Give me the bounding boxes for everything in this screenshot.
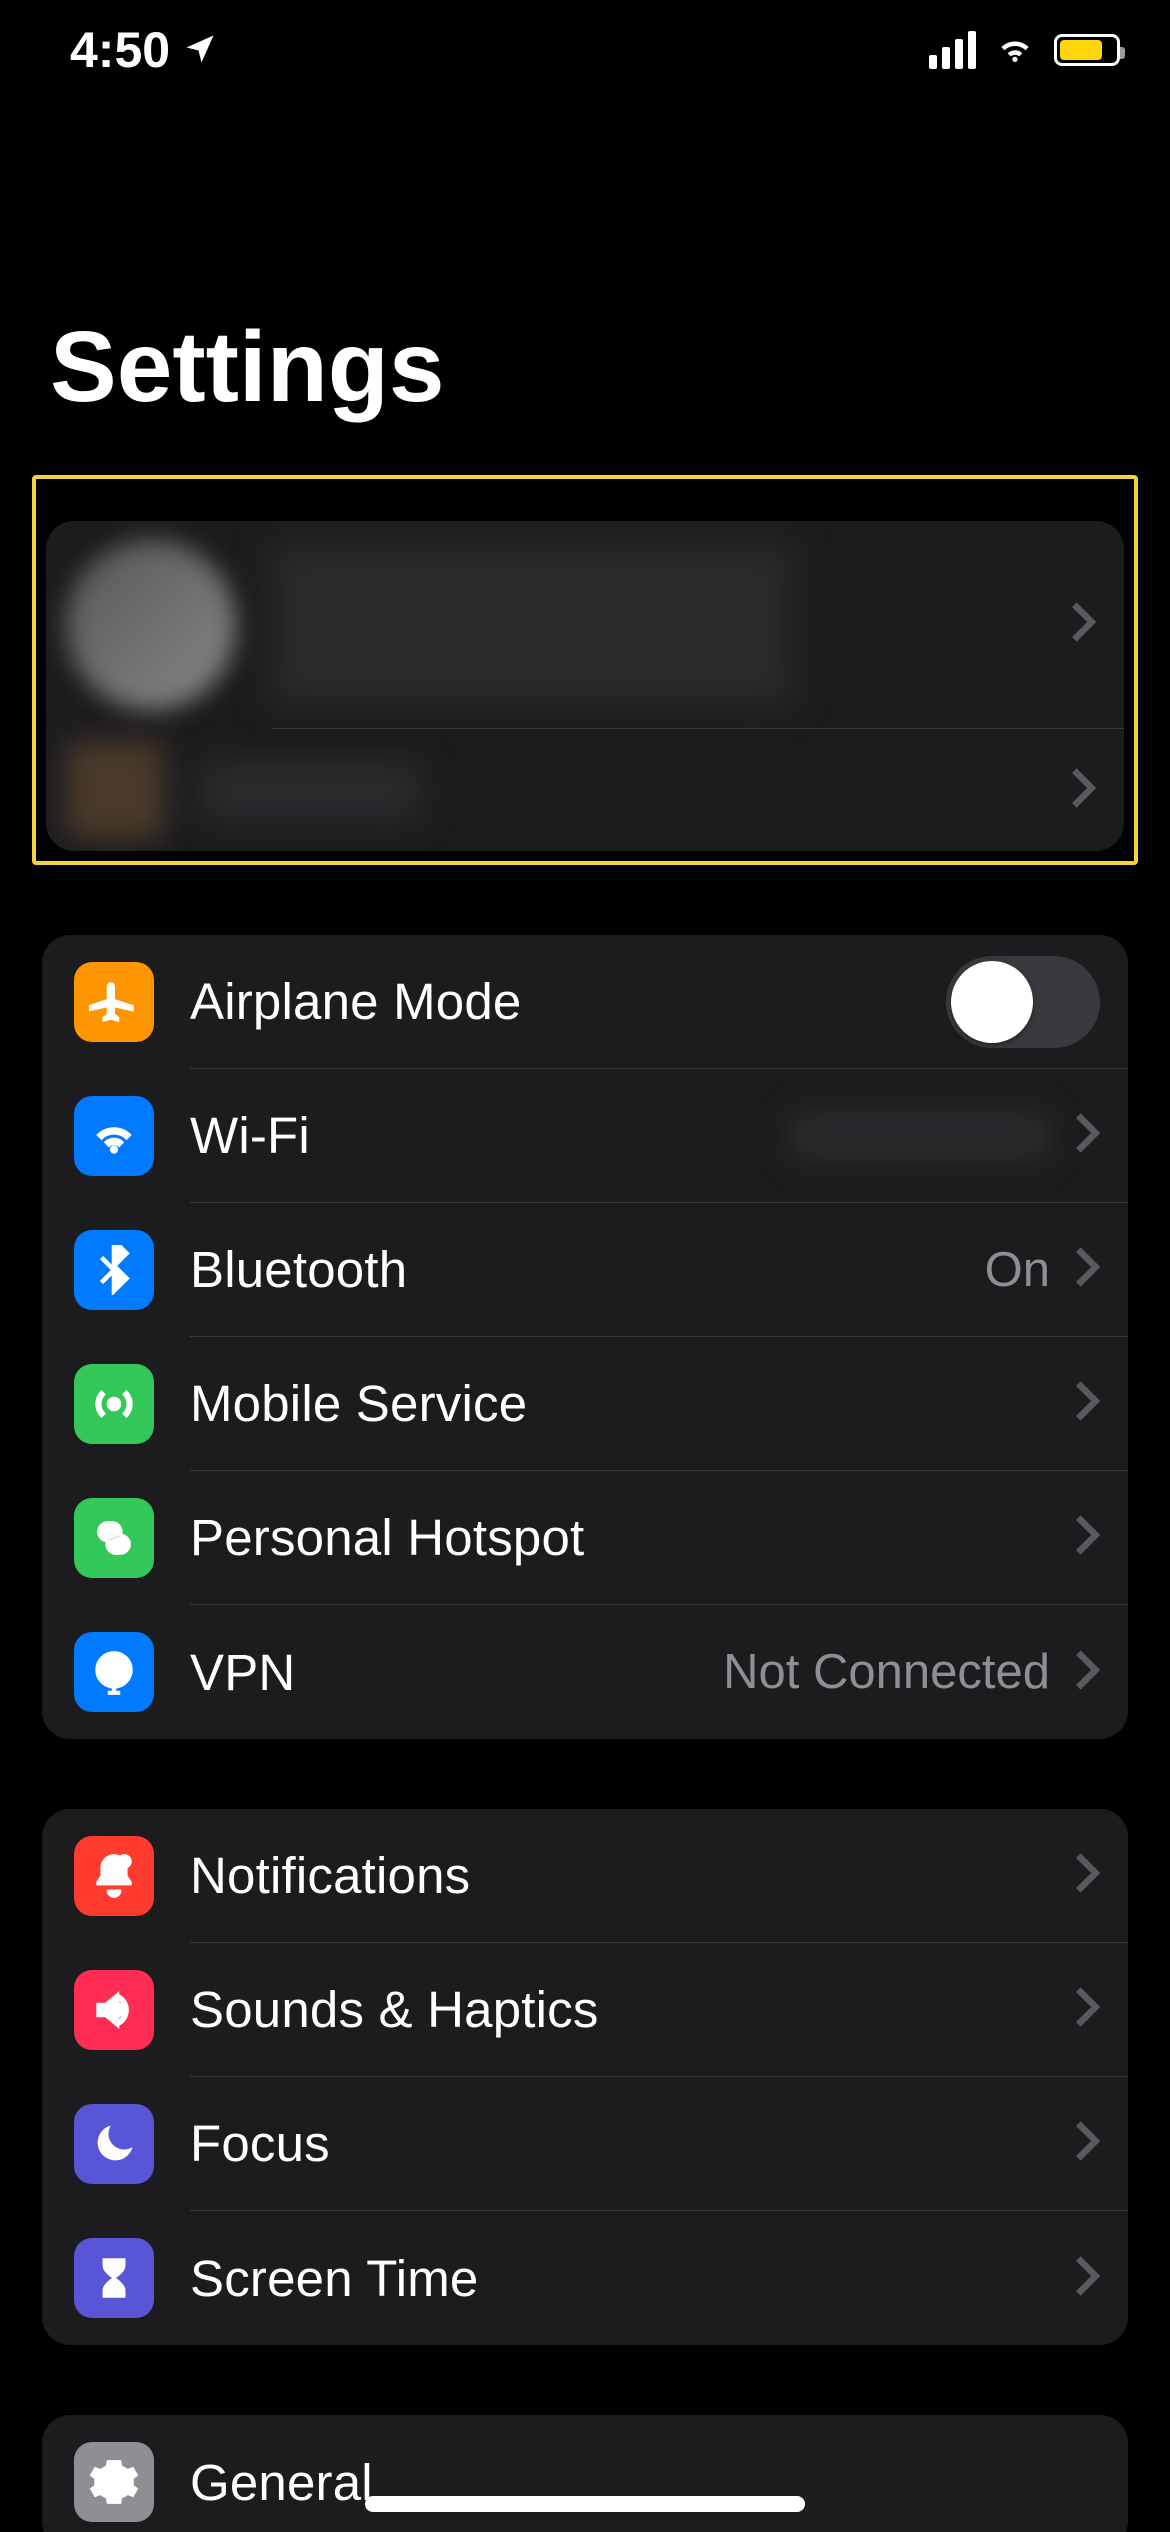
chevron-right-icon: [1074, 1851, 1100, 1900]
vpn-row[interactable]: VPN Not Connected: [42, 1605, 1128, 1739]
bluetooth-value: On: [985, 1242, 1050, 1298]
status-bar: 4:50: [0, 0, 1170, 100]
chevron-right-icon: [1074, 2119, 1100, 2168]
focus-row[interactable]: Focus: [42, 2077, 1128, 2211]
wifi-icon: [74, 1096, 154, 1176]
focus-label: Focus: [190, 2114, 330, 2173]
bluetooth-row[interactable]: Bluetooth On: [42, 1203, 1128, 1337]
chevron-right-icon: [1074, 1111, 1100, 1160]
hotspot-label: Personal Hotspot: [190, 1508, 584, 1567]
avatar: [66, 540, 236, 710]
chevron-right-icon: [1070, 600, 1096, 649]
chevron-right-icon: [1074, 1985, 1100, 2034]
family-avatar-redacted: [66, 741, 164, 839]
status-right: [929, 27, 1120, 74]
mobile-label: Mobile Service: [190, 1374, 527, 1433]
chevron-right-icon: [1074, 2254, 1100, 2303]
airplane-mode-row[interactable]: Airplane Mode: [42, 935, 1128, 1069]
system-group-partial: General: [42, 2415, 1128, 2532]
family-row[interactable]: [46, 729, 1124, 851]
apple-id-row[interactable]: [46, 521, 1124, 729]
hourglass-icon: [74, 2238, 154, 2318]
vpn-label: VPN: [190, 1643, 295, 1702]
wifi-label: Wi-Fi: [190, 1106, 310, 1165]
notifications-row[interactable]: Notifications: [42, 1809, 1128, 1943]
moon-icon: [74, 2104, 154, 2184]
chevron-right-icon: [1074, 1245, 1100, 1294]
vpn-value: Not Connected: [723, 1644, 1050, 1700]
home-indicator[interactable]: [365, 2496, 805, 2512]
bluetooth-icon: [74, 1230, 154, 1310]
wifi-value-redacted: [790, 1111, 1050, 1161]
screentime-row[interactable]: Screen Time: [42, 2211, 1128, 2345]
sounds-label: Sounds & Haptics: [190, 1980, 599, 2039]
wifi-row[interactable]: Wi-Fi: [42, 1069, 1128, 1203]
antenna-icon: [74, 1364, 154, 1444]
chevron-right-icon: [1070, 766, 1096, 815]
mobile-service-row[interactable]: Mobile Service: [42, 1337, 1128, 1471]
page-title: Settings: [0, 100, 1170, 475]
network-group: Airplane Mode Wi-Fi: [42, 935, 1128, 1739]
attention-group: Notifications Sounds & Haptics Focus: [42, 1809, 1128, 2345]
globe-icon: [74, 1632, 154, 1712]
chevron-right-icon: [1074, 1513, 1100, 1562]
chevron-right-icon: [1074, 1648, 1100, 1697]
bell-icon: [74, 1836, 154, 1916]
bluetooth-label: Bluetooth: [190, 1240, 407, 1299]
speaker-icon: [74, 1970, 154, 2050]
location-icon: [182, 21, 218, 79]
notifications-label: Notifications: [190, 1846, 470, 1905]
personal-hotspot-row[interactable]: Personal Hotspot: [42, 1471, 1128, 1605]
battery-icon: [1054, 34, 1120, 66]
chevron-right-icon: [1074, 1379, 1100, 1428]
highlighted-account-section: [32, 475, 1138, 865]
status-left: 4:50: [70, 21, 218, 79]
general-row[interactable]: General: [42, 2415, 1128, 2532]
wifi-status-icon: [994, 27, 1036, 74]
account-group: [46, 521, 1124, 851]
general-label: General: [190, 2453, 373, 2512]
airplane-toggle[interactable]: [946, 956, 1100, 1048]
airplane-icon: [74, 962, 154, 1042]
hotspot-icon: [74, 1498, 154, 1578]
screentime-label: Screen Time: [190, 2249, 478, 2308]
airplane-label: Airplane Mode: [190, 972, 521, 1031]
status-time: 4:50: [70, 21, 170, 79]
sounds-row[interactable]: Sounds & Haptics: [42, 1943, 1128, 2077]
gear-icon: [74, 2442, 154, 2522]
family-label-redacted: [200, 760, 420, 820]
cellular-signal-icon: [929, 31, 976, 69]
account-name-redacted: [272, 545, 792, 705]
